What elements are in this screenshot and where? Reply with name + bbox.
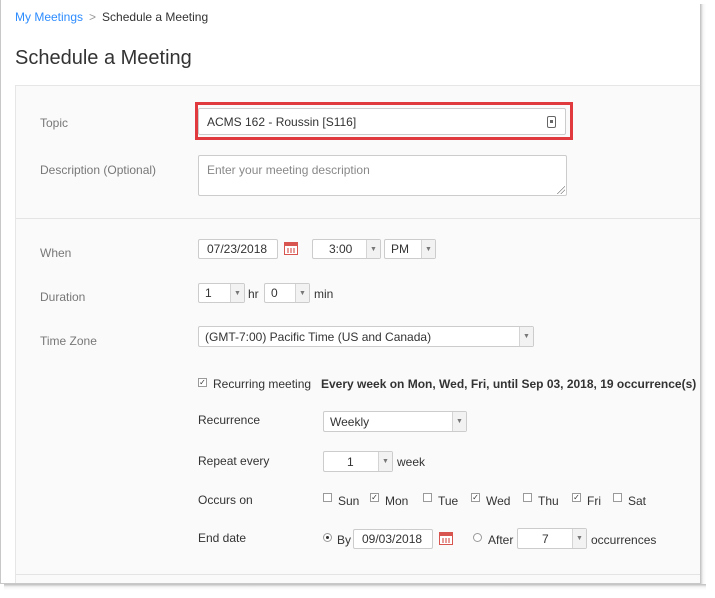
chevron-down-icon: ▼ [421,240,435,258]
duration-hours-value: 1 [205,286,212,300]
description-textarea[interactable]: Enter your meeting description [198,155,567,196]
recurrence-select[interactable]: Weekly ▼ [323,411,467,432]
occurrences-unit: occurrences [591,533,657,547]
when-label: When [40,246,72,260]
recurrence-summary: Every week on Mon, Wed, Fri, until Sep 0… [321,377,697,391]
topic-highlight-box [195,102,573,140]
day-checkbox-mon[interactable]: ✓ [370,493,379,502]
day-checkbox-thu[interactable] [523,493,532,502]
recurring-meeting-checkbox[interactable]: ✓ [198,378,207,387]
description-label: Description (Optional) [40,163,157,177]
day-label-mon: Mon [385,494,409,508]
day-checkbox-sat[interactable] [613,493,622,502]
end-after-label: After [488,533,514,547]
resize-handle-icon[interactable] [557,186,565,194]
end-by-date-input[interactable]: 09/03/2018 [353,529,433,549]
chevron-down-icon: ▼ [366,240,380,258]
duration-hr-unit: hr [248,287,259,301]
recurring-meeting-label: Recurring meeting [213,377,312,391]
end-by-label: By [337,533,352,547]
repeat-every-label: Repeat every [198,454,270,468]
breadcrumb: My Meetings > Schedule a Meeting [15,10,208,24]
repeat-every-value: 1 [347,454,354,469]
calendar-icon[interactable] [439,532,453,545]
chevron-down-icon: ▼ [519,327,533,346]
duration-minutes-select[interactable]: 0 ▼ [264,283,310,303]
end-date-label: End date [198,531,247,545]
end-after-radio[interactable] [473,533,482,542]
chevron-down-icon: ▼ [378,452,392,471]
end-after-occurrences-select[interactable]: 7 ▼ [517,528,587,549]
duration-hours-select[interactable]: 1 ▼ [198,283,245,303]
duration-label: Duration [40,290,86,304]
day-checkbox-sun[interactable] [323,493,332,502]
breadcrumb-current: Schedule a Meeting [102,10,209,24]
chevron-down-icon: ▼ [452,412,466,431]
time-select-value: 3:00 [329,242,353,256]
chevron-down-icon: ▼ [230,284,244,302]
window-shadow [700,4,706,588]
duration-minutes-value: 0 [271,286,278,300]
date-input[interactable]: 07/23/2018 [198,239,278,259]
calendar-icon[interactable] [284,242,298,255]
day-label-sat: Sat [628,494,647,508]
recurrence-select-value: Weekly [330,414,370,429]
date-input-value: 07/23/2018 [207,242,268,256]
time-select[interactable]: 3:00 ▼ [312,239,381,259]
day-checkbox-fri[interactable]: ✓ [572,493,581,502]
occurs-on-label: Occurs on [198,493,253,507]
browser-window: My Meetings > Schedule a Meeting Schedule … [0,0,700,584]
breadcrumb-separator: > [89,10,97,24]
duration-min-unit: min [314,287,334,301]
recurrence-label: Recurrence [198,413,261,427]
end-by-date-value: 09/03/2018 [362,532,423,546]
section-divider [16,218,700,219]
ampm-select[interactable]: PM ▼ [384,239,436,259]
description-placeholder: Enter your meeting description [207,163,370,177]
day-label-wed: Wed [486,494,511,508]
section-divider [16,574,700,575]
day-checkbox-tue[interactable] [423,493,432,502]
day-label-thu: Thu [538,494,559,508]
time-zone-label: Time Zone [40,334,97,348]
repeat-every-select[interactable]: 1 ▼ [323,451,393,472]
time-zone-select[interactable]: (GMT-7:00) Pacific Time (US and Canada) … [198,326,534,347]
chevron-down-icon: ▼ [295,284,309,302]
day-checkbox-wed[interactable]: ✓ [471,493,480,502]
end-by-radio[interactable] [323,533,332,542]
time-zone-value: (GMT-7:00) Pacific Time (US and Canada) [205,329,432,344]
day-label-fri: Fri [587,494,601,508]
chevron-down-icon: ▼ [572,529,586,548]
day-label-sun: Sun [338,494,360,508]
day-label-tue: Tue [438,494,459,508]
window-shadow [4,584,706,590]
page-title: Schedule a Meeting [15,47,192,69]
topic-label: Topic [40,116,69,130]
end-after-occurrences-value: 7 [542,531,549,546]
ampm-select-value: PM [391,242,409,256]
repeat-every-unit: week [397,455,426,469]
breadcrumb-my-meetings-link[interactable]: My Meetings [15,10,83,24]
